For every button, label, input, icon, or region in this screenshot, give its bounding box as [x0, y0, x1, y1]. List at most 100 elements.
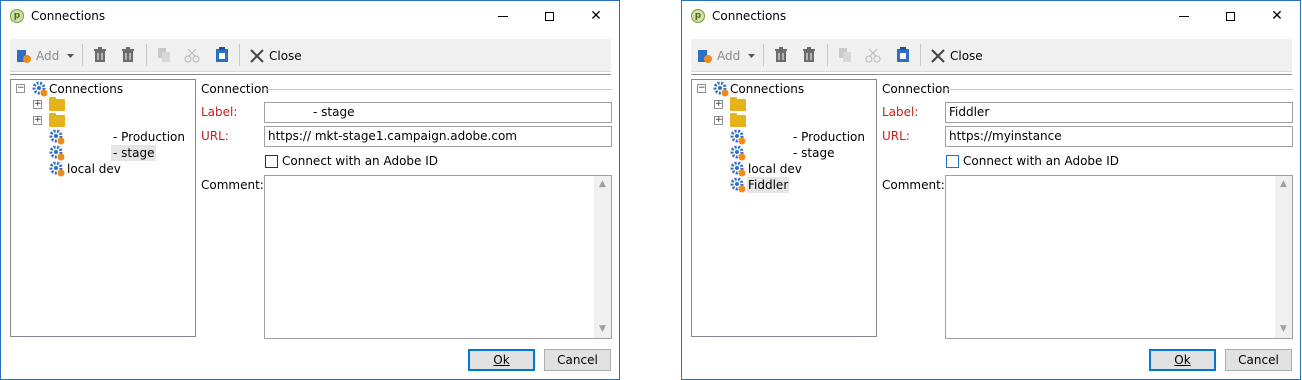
title-bar: p Connections ✕: [682, 1, 1300, 31]
cancel-button[interactable]: Cancel: [544, 349, 611, 371]
maximize-button[interactable]: [1207, 1, 1253, 31]
tree-item-local-dev[interactable]: local dev: [748, 161, 802, 177]
gear-connection-icon: [730, 177, 746, 193]
delete-button[interactable]: [92, 47, 108, 65]
paste-button[interactable]: [895, 47, 911, 65]
add-dropdown[interactable]: [747, 47, 756, 65]
expand-toggle[interactable]: +: [33, 116, 42, 125]
cut-button[interactable]: [184, 47, 200, 65]
adobe-id-label[interactable]: Connect with an Adobe ID: [963, 154, 1119, 168]
comment-scrollbar[interactable]: ▲ ▼: [594, 176, 611, 338]
tree-root-label[interactable]: Connections: [730, 81, 804, 97]
add-label: Add: [36, 49, 60, 63]
scroll-up-icon[interactable]: ▲: [1275, 176, 1292, 193]
collapse-toggle[interactable]: −: [16, 84, 25, 93]
url-caption: URL:: [882, 129, 910, 143]
delete-all-button[interactable]: [801, 47, 817, 65]
close-window-button[interactable]: ✕: [573, 1, 619, 31]
url-input[interactable]: https://myinstance: [945, 126, 1293, 147]
tree-root-label[interactable]: Connections: [49, 81, 123, 97]
tree-item-stage[interactable]: - stage: [111, 145, 157, 161]
dropdown-arrow-icon: [67, 54, 74, 58]
toolbar: Add Close: [10, 39, 611, 72]
minimize-button[interactable]: [1161, 1, 1207, 31]
title-bar: p Connections ✕: [1, 1, 619, 31]
folder-icon[interactable]: [49, 113, 65, 127]
scroll-down-icon[interactable]: ▼: [594, 321, 611, 338]
adobe-id-label[interactable]: Connect with an Adobe ID: [282, 154, 438, 168]
expand-toggle[interactable]: +: [33, 100, 42, 109]
gear-connection-icon: [730, 161, 746, 177]
copy-button[interactable]: [837, 47, 853, 65]
comment-textarea[interactable]: ▲ ▼: [945, 175, 1293, 339]
collapse-toggle[interactable]: −: [697, 84, 706, 93]
section-divider: [266, 89, 612, 90]
toolbar-separator: [920, 44, 921, 66]
copy-icon: [839, 48, 851, 62]
add-label: Add: [717, 49, 741, 63]
close-x-icon: [931, 49, 945, 63]
comment-caption: Comment:: [882, 178, 945, 192]
section-title: Connection: [882, 82, 950, 96]
connection-tree[interactable]: − Connections + + - Production - stage l…: [691, 79, 877, 337]
delete-all-button[interactable]: [120, 47, 136, 65]
window-title: Connections: [712, 9, 787, 23]
gear-connection-icon: [713, 81, 729, 97]
delete-icon: [775, 47, 787, 62]
maximize-icon: [1225, 11, 1235, 21]
url-input[interactable]: https:// mkt-stage1.campaign.adobe.com: [264, 126, 612, 147]
folder-icon[interactable]: [49, 97, 65, 111]
minimize-button[interactable]: [480, 1, 526, 31]
comment-textarea[interactable]: ▲ ▼: [264, 175, 612, 339]
expand-toggle[interactable]: +: [714, 100, 723, 109]
close-label: Close: [269, 49, 302, 63]
toolbar-separator: [827, 44, 828, 66]
add-connection-icon: [698, 50, 712, 63]
maximize-button[interactable]: [526, 1, 572, 31]
scroll-up-icon[interactable]: ▲: [594, 176, 611, 193]
label-input[interactable]: Fiddler: [945, 102, 1293, 123]
tree-item-production[interactable]: - Production: [793, 129, 865, 145]
close-window-button[interactable]: ✕: [1254, 1, 1300, 31]
paste-button[interactable]: [214, 47, 230, 65]
gear-connection-icon: [730, 145, 746, 161]
url-caption: URL:: [201, 129, 229, 143]
minimize-icon: [1179, 15, 1189, 17]
window-title: Connections: [31, 9, 106, 23]
connection-tree[interactable]: − Connections + + - Production - stage l…: [10, 79, 196, 337]
tree-item-production[interactable]: - Production: [112, 129, 186, 145]
comment-scrollbar[interactable]: ▲ ▼: [1275, 176, 1292, 338]
divider: [691, 74, 1292, 75]
comment-caption: Comment:: [201, 178, 264, 192]
close-icon: ✕: [1271, 8, 1283, 24]
label-input[interactable]: - stage: [264, 102, 612, 123]
toolbar-separator: [82, 44, 83, 66]
gear-connection-icon: [49, 161, 65, 177]
divider: [10, 74, 611, 75]
cancel-button[interactable]: Cancel: [1225, 349, 1292, 371]
copy-button[interactable]: [156, 47, 172, 65]
connections-dialog: p Connections ✕ Add Close − Connections …: [0, 0, 620, 380]
folder-icon[interactable]: [730, 113, 746, 127]
scroll-down-icon[interactable]: ▼: [1275, 321, 1292, 338]
delete-all-icon: [122, 47, 134, 62]
close-icon: ✕: [590, 8, 602, 24]
tree-item-stage[interactable]: - stage: [793, 145, 834, 161]
folder-icon[interactable]: [730, 97, 746, 111]
toolbar: Add Close: [691, 39, 1292, 72]
adobe-id-checkbox[interactable]: [265, 155, 278, 168]
tree-item-fiddler[interactable]: Fiddler: [747, 177, 790, 193]
cut-icon: [865, 48, 881, 63]
gear-connection-icon: [730, 129, 746, 145]
add-dropdown[interactable]: [66, 47, 75, 65]
delete-button[interactable]: [773, 47, 789, 65]
expand-toggle[interactable]: +: [714, 116, 723, 125]
gear-connection-icon: [49, 145, 65, 161]
ok-button[interactable]: Ok: [468, 349, 535, 371]
connections-dialog: p Connections ✕ Add Close − Connections …: [681, 0, 1301, 380]
adobe-id-checkbox[interactable]: [946, 155, 959, 168]
cut-button[interactable]: [865, 47, 881, 65]
ok-button[interactable]: Ok: [1149, 349, 1216, 371]
ok-label: Ok: [1174, 353, 1191, 367]
tree-item-local-dev[interactable]: local dev: [67, 161, 121, 177]
